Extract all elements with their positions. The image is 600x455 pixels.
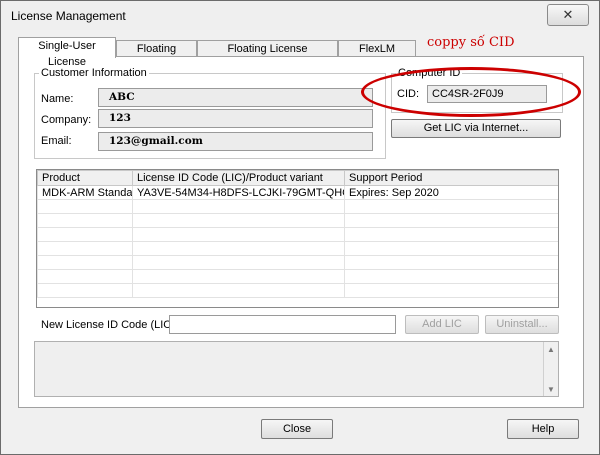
message-area: ▲ ▼ [34, 341, 559, 397]
uninstall-button[interactable]: Uninstall... [485, 315, 559, 334]
scroll-up-icon[interactable]: ▲ [547, 345, 555, 354]
table-cell-support-period: Expires: Sep 2020 [344, 185, 558, 200]
table-row-empty [37, 199, 558, 214]
tab-single-user-license[interactable]: Single-User License [18, 37, 116, 68]
close-button[interactable]: Close [261, 419, 333, 439]
help-button[interactable]: Help [507, 419, 579, 439]
title-bar: License Management ✕ [1, 1, 599, 30]
table-row-empty [37, 269, 558, 284]
table-cell-lic: YA3VE-54M34-H8DFS-LCJKI-79GMT-QHG3S [132, 185, 345, 200]
column-header-lic[interactable]: License ID Code (LIC)/Product variant [132, 170, 345, 186]
company-label: Company: [41, 114, 92, 126]
table-row[interactable]: MDK-ARM Standard YA3VE-54M34-H8DFS-LCJKI… [37, 185, 558, 200]
window-title: License Management [11, 9, 126, 23]
table-row-empty [37, 283, 558, 298]
email-label: Email: [41, 135, 72, 147]
column-header-product[interactable]: Product [37, 170, 133, 186]
table-row-empty [37, 227, 558, 242]
annotation-text: coppy số CID [427, 35, 515, 50]
tab-floating-license[interactable]: Floating License [116, 40, 197, 71]
table-row-empty [37, 255, 558, 270]
annotation-highlight-oval [361, 67, 581, 117]
get-lic-via-internet-button[interactable]: Get LIC via Internet... [391, 119, 561, 138]
table-row-empty [37, 241, 558, 256]
company-field: 123 [98, 109, 373, 128]
message-scrollbar[interactable]: ▲ ▼ [543, 342, 558, 396]
name-label: Name: [41, 93, 74, 105]
table-header-row: Product License ID Code (LIC)/Product va… [37, 170, 558, 186]
close-icon[interactable]: ✕ [547, 4, 589, 26]
tab-floating-license-administrator[interactable]: Floating License Administrator [197, 40, 338, 71]
scroll-down-icon[interactable]: ▼ [547, 385, 555, 394]
table-cell-product: MDK-ARM Standard [37, 185, 133, 200]
add-lic-button[interactable]: Add LIC [405, 315, 479, 334]
column-header-support-period[interactable]: Support Period [344, 170, 558, 186]
new-lic-label: New License ID Code (LIC): [41, 319, 178, 331]
license-management-window: License Management ✕ Single-User License… [0, 0, 600, 455]
tab-flexlm-license[interactable]: FlexLM License [338, 40, 416, 71]
email-field: 123@gmail.com [98, 132, 373, 151]
new-lic-input[interactable] [169, 315, 396, 334]
table-row-empty [37, 213, 558, 228]
license-table: Product License ID Code (LIC)/Product va… [36, 169, 559, 308]
name-field: ABC [98, 88, 373, 107]
